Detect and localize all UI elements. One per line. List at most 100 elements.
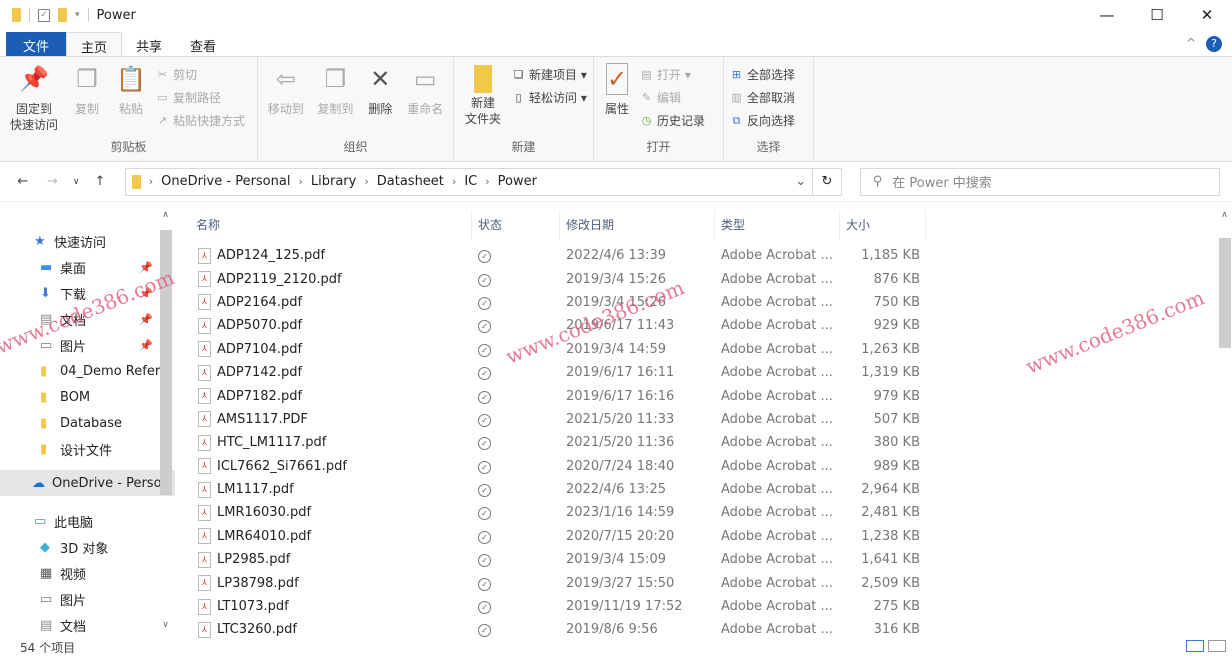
- open-button[interactable]: ▤打开 ▾: [640, 65, 705, 83]
- file-row[interactable]: ⅄LM1117.pdf ✓ 2022/4/6 13:25 Adobe Acrob…: [190, 478, 1220, 501]
- sidebar-item[interactable]: ◆3D 对象: [0, 534, 175, 560]
- file-name-cell: ⅄LT1073.pdf: [190, 599, 472, 615]
- sidebar-item[interactable]: ★快速访问: [0, 228, 175, 254]
- select-all-button[interactable]: ⊞全部选择: [730, 65, 795, 83]
- file-row[interactable]: ⅄LMR64010.pdf ✓ 2020/7/15 20:20 Adobe Ac…: [190, 525, 1220, 548]
- file-row[interactable]: ⅄HTC_LM1117.pdf ✓ 2021/5/20 11:36 Adobe …: [190, 431, 1220, 454]
- file-name-cell: ⅄LP2985.pdf: [190, 552, 472, 568]
- column-name[interactable]: 名称: [190, 210, 472, 240]
- pin-icon[interactable]: 📌: [139, 313, 153, 326]
- forward-button[interactable]: →: [42, 174, 64, 189]
- invert-selection-button[interactable]: ⧉反向选择: [730, 111, 795, 129]
- file-type: Adobe Acrobat ...: [715, 552, 840, 567]
- file-row[interactable]: ⅄LTC3260.pdf ✓ 2019/8/6 9:56 Adobe Acrob…: [190, 618, 1220, 641]
- file-name-cell: ⅄LTC3260.pdf: [190, 622, 472, 638]
- file-name: LP38798.pdf: [217, 576, 299, 591]
- folder-icon: ▮: [40, 442, 54, 457]
- file-row[interactable]: ⅄ADP7104.pdf ✓ 2019/3/4 14:59 Adobe Acro…: [190, 338, 1220, 361]
- sidebar-item[interactable]: ▤文档📌: [0, 306, 175, 332]
- column-modified[interactable]: 修改日期: [560, 210, 715, 240]
- properties-check-icon[interactable]: ✓: [38, 9, 50, 22]
- file-row[interactable]: ⅄LMR16030.pdf ✓ 2023/1/16 14:59 Adobe Ac…: [190, 501, 1220, 524]
- maximize-button[interactable]: ☐: [1132, 0, 1182, 30]
- file-row[interactable]: ⅄ADP7182.pdf ✓ 2019/6/17 16:16 Adobe Acr…: [190, 384, 1220, 407]
- refresh-button[interactable]: ↻: [812, 168, 842, 196]
- file-name: LP2985.pdf: [217, 552, 290, 567]
- pin-icon[interactable]: 📌: [139, 287, 153, 300]
- sidebar-item-label: 文档: [60, 310, 86, 329]
- tab-file[interactable]: 文件: [6, 32, 66, 56]
- address-dropdown-icon[interactable]: ⌄: [795, 174, 806, 189]
- history-button[interactable]: ◷历史记录: [640, 111, 705, 129]
- breadcrumb-datasheet[interactable]: Datasheet: [377, 174, 444, 189]
- cut-button[interactable]: ✂剪切: [156, 65, 245, 83]
- sidebar-item-label: 快速访问: [54, 232, 106, 251]
- help-icon[interactable]: ?: [1206, 36, 1222, 52]
- file-row[interactable]: ⅄LT1073.pdf ✓ 2019/11/19 17:52 Adobe Acr…: [190, 595, 1220, 618]
- sidebar-scrollbar[interactable]: ∧∨: [158, 210, 173, 630]
- tab-share[interactable]: 共享: [122, 32, 176, 56]
- large-icons-view-button[interactable]: [1208, 640, 1226, 652]
- file-size: 316 KB: [840, 622, 920, 637]
- close-button[interactable]: ✕: [1182, 0, 1232, 30]
- breadcrumb-library[interactable]: Library: [311, 174, 356, 189]
- sidebar-item[interactable]: ▮04_Demo Refer: [0, 358, 175, 384]
- copy-path-button[interactable]: ▭复制路径: [156, 88, 245, 106]
- file-row[interactable]: ⅄ADP5070.pdf ✓ 2019/6/17 11:43 Adobe Acr…: [190, 314, 1220, 337]
- column-status[interactable]: 状态: [472, 210, 560, 240]
- sidebar-item[interactable]: ▭图片📌: [0, 332, 175, 358]
- easy-access-button[interactable]: ▯轻松访问 ▾: [512, 88, 587, 106]
- sidebar-item[interactable]: ▤文档: [0, 612, 175, 638]
- collapse-ribbon-icon[interactable]: ^: [1186, 36, 1196, 52]
- file-row[interactable]: ⅄ICL7662_Si7661.pdf ✓ 2020/7/24 18:40 Ad…: [190, 455, 1220, 478]
- sidebar-item-label: 04_Demo Refer: [60, 364, 160, 379]
- file-row[interactable]: ⅄AMS1117.PDF ✓ 2021/5/20 11:33 Adobe Acr…: [190, 408, 1220, 431]
- sidebar-item[interactable]: ▬桌面📌: [0, 254, 175, 280]
- breadcrumb-onedrive[interactable]: OneDrive - Personal: [161, 174, 290, 189]
- sidebar-item[interactable]: ☁OneDrive - Perso: [0, 470, 175, 496]
- address-bar[interactable]: › OneDrive - Personal› Library› Datashee…: [125, 168, 813, 196]
- sidebar-item[interactable]: ▮Database: [0, 410, 175, 436]
- breadcrumb-ic[interactable]: IC: [464, 174, 477, 189]
- tab-home[interactable]: 主页: [66, 32, 122, 56]
- sidebar-item-label: OneDrive - Perso: [52, 476, 162, 491]
- new-folder-icon[interactable]: [58, 8, 67, 22]
- sidebar-item[interactable]: ▭此电脑: [0, 508, 175, 534]
- file-list-scrollbar[interactable]: ∧: [1217, 210, 1232, 630]
- file-row[interactable]: ⅄LP2985.pdf ✓ 2019/3/4 15:09 Adobe Acrob…: [190, 548, 1220, 571]
- file-row[interactable]: ⅄ADP2164.pdf ✓ 2019/3/4 15:26 Adobe Acro…: [190, 291, 1220, 314]
- pdf-file-icon: ⅄: [198, 505, 211, 521]
- invert-selection-icon: ⧉: [730, 114, 743, 127]
- file-type: Adobe Acrobat ...: [715, 342, 840, 357]
- search-input[interactable]: ⚲在 Power 中搜索: [860, 168, 1220, 196]
- file-status-cell: ✓: [472, 365, 560, 380]
- sidebar-item[interactable]: ▦视频: [0, 560, 175, 586]
- file-row[interactable]: ⅄LP38798.pdf ✓ 2019/3/27 15:50 Adobe Acr…: [190, 571, 1220, 594]
- edit-button[interactable]: ✎编辑: [640, 88, 705, 106]
- sidebar-item[interactable]: ▮BOM: [0, 384, 175, 410]
- sidebar-item[interactable]: ⬇下载📌: [0, 280, 175, 306]
- details-view-button[interactable]: [1186, 640, 1204, 652]
- column-type[interactable]: 类型: [715, 210, 840, 240]
- sidebar-item[interactable]: ▭图片: [0, 586, 175, 612]
- pin-icon[interactable]: 📌: [139, 261, 153, 274]
- paste-shortcut-button[interactable]: ↗粘贴快捷方式: [156, 111, 245, 129]
- file-row[interactable]: ⅄ADP124_125.pdf ✓ 2022/4/6 13:39 Adobe A…: [190, 244, 1220, 267]
- pdf-file-icon: ⅄: [198, 528, 211, 544]
- up-button[interactable]: ↑: [89, 174, 111, 189]
- minimize-button[interactable]: —: [1082, 0, 1132, 30]
- customize-dropdown-icon[interactable]: ▾: [75, 10, 80, 20]
- file-row[interactable]: ⅄ADP7142.pdf ✓ 2019/6/17 16:11 Adobe Acr…: [190, 361, 1220, 384]
- breadcrumb-power[interactable]: Power: [498, 174, 537, 189]
- sidebar-item-label: BOM: [60, 390, 90, 405]
- select-none-button[interactable]: ▥全部取消: [730, 88, 795, 106]
- pin-icon[interactable]: 📌: [139, 339, 153, 352]
- new-item-button[interactable]: ❏新建项目 ▾: [512, 65, 587, 83]
- back-button[interactable]: ←: [12, 174, 34, 189]
- sidebar-item[interactable]: ▮设计文件: [0, 436, 175, 462]
- tab-view[interactable]: 查看: [176, 32, 230, 56]
- column-size[interactable]: 大小: [840, 210, 926, 240]
- recent-locations-button[interactable]: ∨: [71, 177, 81, 187]
- file-row[interactable]: ⅄ADP2119_2120.pdf ✓ 2019/3/4 15:26 Adobe…: [190, 267, 1220, 290]
- open-icon: ▤: [640, 68, 653, 81]
